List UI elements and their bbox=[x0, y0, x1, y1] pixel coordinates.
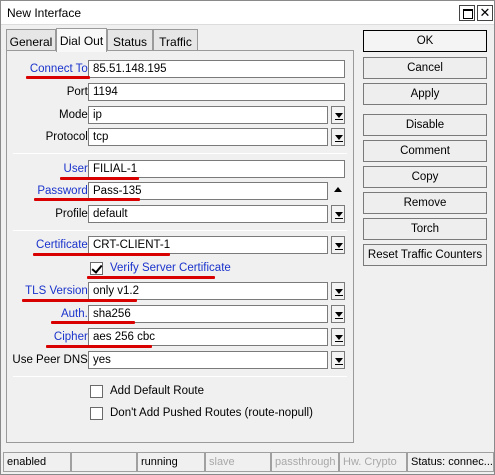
protocol-row: Protocol: tcp bbox=[7, 128, 353, 148]
tls-version-label: TLS Version: bbox=[25, 285, 91, 297]
protocol-label: Protocol: bbox=[45, 131, 91, 143]
dont-add-pushed-routes-checkbox[interactable] bbox=[90, 407, 103, 420]
mode-select[interactable]: ip bbox=[88, 106, 328, 124]
tls-version-underline bbox=[22, 299, 137, 302]
add-default-route-row[interactable]: Add Default Route bbox=[88, 383, 288, 401]
remove-button[interactable]: Remove bbox=[363, 192, 487, 214]
status-running: running bbox=[137, 452, 205, 472]
user-underline bbox=[60, 177, 139, 180]
close-icon[interactable]: ✕ bbox=[477, 5, 493, 21]
certificate-underline bbox=[33, 253, 170, 256]
cancel-button[interactable]: Cancel bbox=[363, 57, 487, 79]
tls-version-dropdown-icon[interactable] bbox=[331, 282, 345, 300]
maximize-icon[interactable] bbox=[459, 5, 475, 21]
dont-add-pushed-routes-label: Don't Add Pushed Routes (route-nopull) bbox=[110, 407, 313, 419]
window-title: New Interface bbox=[7, 6, 82, 20]
user-row: User: FILIAL-1 bbox=[7, 160, 353, 180]
apply-button[interactable]: Apply bbox=[363, 83, 487, 105]
profile-label: Profile: bbox=[55, 208, 91, 220]
status-connection: Status: connec... bbox=[407, 452, 494, 472]
ok-button[interactable]: OK bbox=[363, 30, 487, 52]
status-hw-crypto: Hw. Crypto bbox=[339, 452, 407, 472]
status-slave: slave bbox=[205, 452, 271, 472]
profile-row: Profile: default bbox=[7, 205, 353, 225]
connect-to-label: Connect To: bbox=[29, 63, 91, 75]
cipher-label: Cipher: bbox=[53, 331, 91, 343]
status-bar: enabled running slave passthrough Hw. Cr… bbox=[3, 452, 494, 472]
port-row: Port: 1194 bbox=[7, 83, 353, 103]
connect-to-underline bbox=[26, 76, 90, 79]
protocol-dropdown-icon[interactable] bbox=[331, 128, 345, 146]
status-empty bbox=[71, 452, 137, 472]
password-label: Password: bbox=[37, 185, 91, 197]
tab-traffic[interactable]: Traffic bbox=[153, 29, 198, 51]
auth-label: Auth.: bbox=[60, 308, 91, 320]
user-input[interactable]: FILIAL-1 bbox=[88, 160, 345, 178]
copy-button[interactable]: Copy bbox=[363, 166, 487, 188]
auth-underline bbox=[51, 321, 135, 324]
mode-dropdown-icon[interactable] bbox=[331, 106, 345, 124]
cipher-dropdown-icon[interactable] bbox=[331, 328, 345, 346]
tab-dial-out[interactable]: Dial Out bbox=[56, 28, 107, 52]
separator bbox=[13, 376, 347, 377]
status-passthrough: passthrough bbox=[271, 452, 339, 472]
protocol-select[interactable]: tcp bbox=[88, 128, 328, 146]
auth-dropdown-icon[interactable] bbox=[331, 305, 345, 323]
status-enabled: enabled bbox=[3, 452, 71, 472]
use-peer-dns-select[interactable]: yes bbox=[88, 351, 328, 369]
port-input[interactable]: 1194 bbox=[88, 83, 345, 101]
tab-general[interactable]: General bbox=[6, 29, 56, 51]
cipher-select[interactable]: aes 256 cbc bbox=[88, 328, 328, 346]
add-default-route-label: Add Default Route bbox=[110, 385, 204, 397]
separator bbox=[13, 153, 347, 154]
title-bar: New Interface ✕ bbox=[1, 1, 494, 25]
profile-select[interactable]: default bbox=[88, 205, 328, 223]
user-label: User: bbox=[63, 163, 91, 175]
certificate-label: Certificate: bbox=[36, 239, 91, 251]
profile-dropdown-icon[interactable] bbox=[331, 205, 345, 223]
tab-status[interactable]: Status bbox=[107, 29, 153, 51]
separator bbox=[13, 230, 347, 231]
tls-version-select[interactable]: only v1.2 bbox=[88, 282, 328, 300]
certificate-select[interactable]: CRT-CLIENT-1 bbox=[88, 236, 328, 254]
use-peer-dns-row: Use Peer DNS: yes bbox=[7, 351, 353, 371]
use-peer-dns-label: Use Peer DNS: bbox=[12, 354, 91, 366]
torch-button[interactable]: Torch bbox=[363, 218, 487, 240]
mode-row: Mode: ip bbox=[7, 106, 353, 126]
connect-to-input[interactable]: 85.51.148.195 bbox=[88, 60, 345, 78]
add-default-route-checkbox[interactable] bbox=[90, 385, 103, 398]
mode-label: Mode: bbox=[59, 109, 91, 121]
disable-button[interactable]: Disable bbox=[363, 114, 487, 136]
verify-certificate-underline bbox=[87, 276, 215, 279]
verify-server-certificate-label: Verify Server Certificate bbox=[110, 262, 231, 274]
cipher-underline bbox=[46, 345, 152, 348]
dont-add-pushed-routes-row[interactable]: Don't Add Pushed Routes (route-nopull) bbox=[88, 405, 338, 423]
comment-button[interactable]: Comment bbox=[363, 140, 487, 162]
use-peer-dns-dropdown-icon[interactable] bbox=[331, 351, 345, 369]
reset-traffic-counters-button[interactable]: Reset Traffic Counters bbox=[363, 244, 487, 266]
verify-server-certificate-checkbox[interactable] bbox=[90, 262, 103, 275]
certificate-dropdown-icon[interactable] bbox=[331, 236, 345, 254]
dial-out-panel: Connect To: 85.51.148.195 Port: 1194 Mod… bbox=[6, 50, 354, 443]
new-interface-window: New Interface ✕ General Dial Out Status … bbox=[0, 0, 495, 475]
password-hide-icon[interactable] bbox=[331, 184, 345, 198]
password-underline bbox=[34, 198, 140, 201]
